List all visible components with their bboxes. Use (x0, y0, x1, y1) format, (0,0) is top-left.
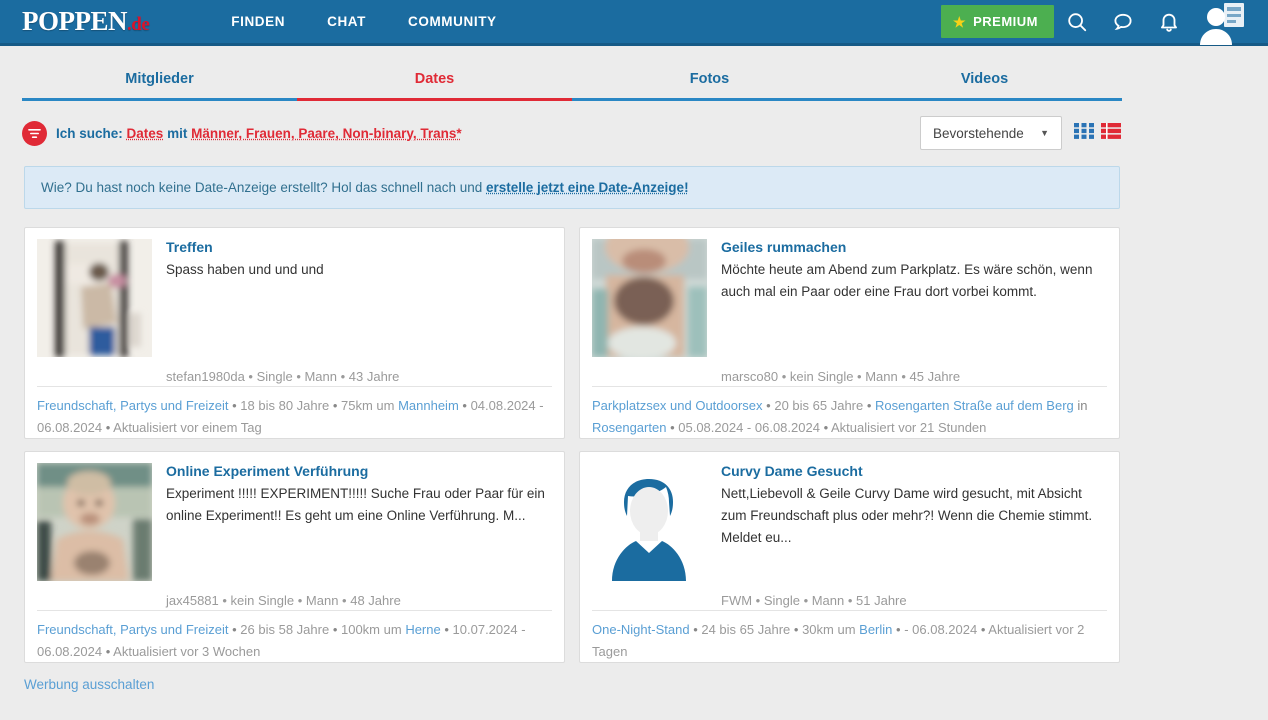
tabs-section: Mitglieder Dates Fotos Videos (0, 46, 1268, 101)
date-description: Spass haben und und und (166, 262, 324, 277)
date-thumbnail[interactable] (37, 239, 152, 357)
date-updated: Aktualisiert vor 21 Stunden (831, 419, 987, 435)
card-top: Treffen Spass haben und und und stefan19… (37, 239, 552, 386)
logo-text: POPPEN (22, 6, 128, 36)
card-top: Online Experiment Verführung Experiment … (37, 463, 552, 610)
date-description: Nett,Liebevoll & Geile Curvy Dame wird g… (721, 486, 1093, 545)
date-footer: Parkplatzsex und Outdoorsex • 20 bis 65 … (592, 386, 1107, 438)
date-author-meta: stefan1980da • Single • Mann • 43 Jahre (166, 369, 400, 385)
nav-item-finden[interactable]: FINDEN (231, 14, 285, 29)
info-banner-text: Wie? Du hast noch keine Date-Anzeige ers… (41, 180, 486, 195)
tab-mitglieder[interactable]: Mitglieder (22, 62, 297, 98)
date-title[interactable]: Geiles rummachen (721, 239, 1107, 255)
dates-grid: Treffen Spass haben und und und stefan19… (24, 227, 1120, 663)
header-actions: ★ PREMIUM (941, 0, 1254, 45)
date-category[interactable]: Freundschaft, Partys und Freizeit (37, 398, 228, 413)
info-banner: Wie? Du hast noch keine Date-Anzeige ers… (24, 166, 1120, 209)
date-updated: Aktualisiert vor einem Tag (113, 419, 262, 435)
tab-fotos[interactable]: Fotos (572, 62, 847, 98)
bell-icon[interactable] (1146, 0, 1192, 45)
date-category[interactable]: Parkplatzsex und Outdoorsex (592, 398, 763, 413)
filter-genders[interactable]: Männer, Frauen, Paare, Non-binary, Trans… (191, 126, 462, 141)
nav-item-community[interactable]: COMMUNITY (408, 14, 497, 29)
active-tab-indicator (297, 98, 572, 101)
filter-bar: Ich suche: Dates mit Männer, Frauen, Paa… (22, 116, 1122, 150)
date-thumbnail[interactable] (37, 463, 152, 581)
filter-label-prefix: Ich suche: (56, 125, 123, 141)
filter-controls: Bevorstehende ▼ (920, 116, 1122, 150)
sort-select-value: Bevorstehende (933, 125, 1024, 141)
date-dates: - 06.08.2024 (904, 622, 978, 638)
date-location[interactable]: Herne (405, 622, 440, 637)
date-footer: Freundschaft, Partys und Freizeit • 26 b… (37, 610, 552, 662)
chevron-down-icon: ▼ (1040, 128, 1049, 138)
tab-dates[interactable]: Dates (297, 62, 572, 98)
card-top: Curvy Dame Gesucht Nett,Liebevoll & Geil… (592, 463, 1107, 610)
create-date-ad-link[interactable]: erstelle jetzt eine Date-Anzeige! (486, 180, 689, 195)
card-top: Geiles rummachen Möchte heute am Abend z… (592, 239, 1107, 386)
main-navigation: FINDEN CHAT COMMUNITY (231, 14, 496, 29)
filter-connector: mit (167, 125, 188, 141)
date-category[interactable]: One-Night-Stand (592, 622, 690, 637)
filter-search-type[interactable]: Dates (127, 126, 164, 141)
date-age-range: 20 bis 65 Jahre (774, 398, 864, 414)
date-distance: 30km um (802, 622, 856, 638)
view-mode-toggle (1073, 120, 1122, 147)
date-card[interactable]: Treffen Spass haben und und und stefan19… (24, 227, 565, 439)
date-category[interactable]: Freundschaft, Partys und Freizeit (37, 622, 228, 637)
tab-bar: Mitglieder Dates Fotos Videos (22, 62, 1122, 101)
date-location-city[interactable]: Rosengarten (592, 420, 666, 435)
date-author-meta: FWM • Single • Mann • 51 Jahre (721, 593, 907, 609)
logo-suffix: .de (127, 14, 150, 35)
date-age-range: 26 bis 58 Jahre (240, 622, 330, 638)
avatar[interactable] (1192, 0, 1254, 45)
date-distance: 100km um (340, 622, 402, 638)
star-icon: ★ (953, 13, 967, 30)
nav-item-chat[interactable]: CHAT (327, 14, 366, 29)
premium-button[interactable]: ★ PREMIUM (941, 5, 1054, 38)
default-avatar-icon[interactable] (592, 463, 707, 581)
date-age-range: 24 bis 65 Jahre (701, 622, 791, 638)
list-view-icon[interactable] (1100, 120, 1122, 147)
date-thumbnail[interactable] (592, 239, 707, 357)
disable-ads-link[interactable]: Werbung ausschalten (24, 677, 154, 692)
date-dates: 05.08.2024 - 06.08.2024 (678, 419, 820, 435)
date-title[interactable]: Online Experiment Verführung (166, 463, 552, 479)
date-description: Experiment !!!!! EXPERIMENT!!!!! Suche F… (166, 486, 545, 523)
date-card[interactable]: Geiles rummachen Möchte heute am Abend z… (579, 227, 1120, 439)
site-logo[interactable]: POPPEN.de (22, 6, 150, 36)
date-title[interactable]: Treffen (166, 239, 552, 255)
site-header: POPPEN.de FINDEN CHAT COMMUNITY ★ PREMIU… (0, 0, 1268, 46)
card-body: Online Experiment Verführung Experiment … (166, 463, 552, 610)
search-summary[interactable]: Ich suche: Dates mit Männer, Frauen, Paa… (22, 120, 462, 146)
card-body: Geiles rummachen Möchte heute am Abend z… (721, 239, 1107, 386)
date-location[interactable]: Mannheim (398, 398, 459, 413)
date-updated: Aktualisiert vor 3 Wochen (113, 643, 261, 659)
date-location[interactable]: Rosengarten Straße auf dem Berg (875, 398, 1074, 413)
date-footer: One-Night-Stand • 24 bis 65 Jahre • 30km… (592, 610, 1107, 662)
premium-label: PREMIUM (973, 14, 1038, 29)
grid-view-icon[interactable] (1073, 120, 1095, 147)
date-title[interactable]: Curvy Dame Gesucht (721, 463, 1107, 479)
chat-bubble-icon[interactable] (1100, 0, 1146, 45)
date-location[interactable]: Berlin (859, 622, 892, 637)
date-description: Möchte heute am Abend zum Parkplatz. Es … (721, 262, 1093, 299)
date-age-range: 18 bis 80 Jahre (240, 398, 330, 414)
card-body: Curvy Dame Gesucht Nett,Liebevoll & Geil… (721, 463, 1107, 610)
date-author-meta: jax45881 • kein Single • Mann • 48 Jahre (166, 593, 401, 609)
date-location-prefix: in (1077, 398, 1088, 414)
filter-sliders-icon[interactable] (22, 120, 47, 146)
card-body: Treffen Spass haben und und und stefan19… (166, 239, 552, 386)
date-distance: 75km um (340, 398, 395, 414)
search-icon[interactable] (1054, 0, 1100, 45)
tab-videos[interactable]: Videos (847, 62, 1122, 98)
search-summary-text: Ich suche: Dates mit Männer, Frauen, Paa… (56, 126, 462, 141)
date-card[interactable]: Curvy Dame Gesucht Nett,Liebevoll & Geil… (579, 451, 1120, 663)
date-card[interactable]: Online Experiment Verführung Experiment … (24, 451, 565, 663)
sort-select[interactable]: Bevorstehende ▼ (920, 116, 1062, 150)
date-footer: Freundschaft, Partys und Freizeit • 18 b… (37, 386, 552, 438)
date-author-meta: marsco80 • kein Single • Mann • 45 Jahre (721, 369, 961, 385)
